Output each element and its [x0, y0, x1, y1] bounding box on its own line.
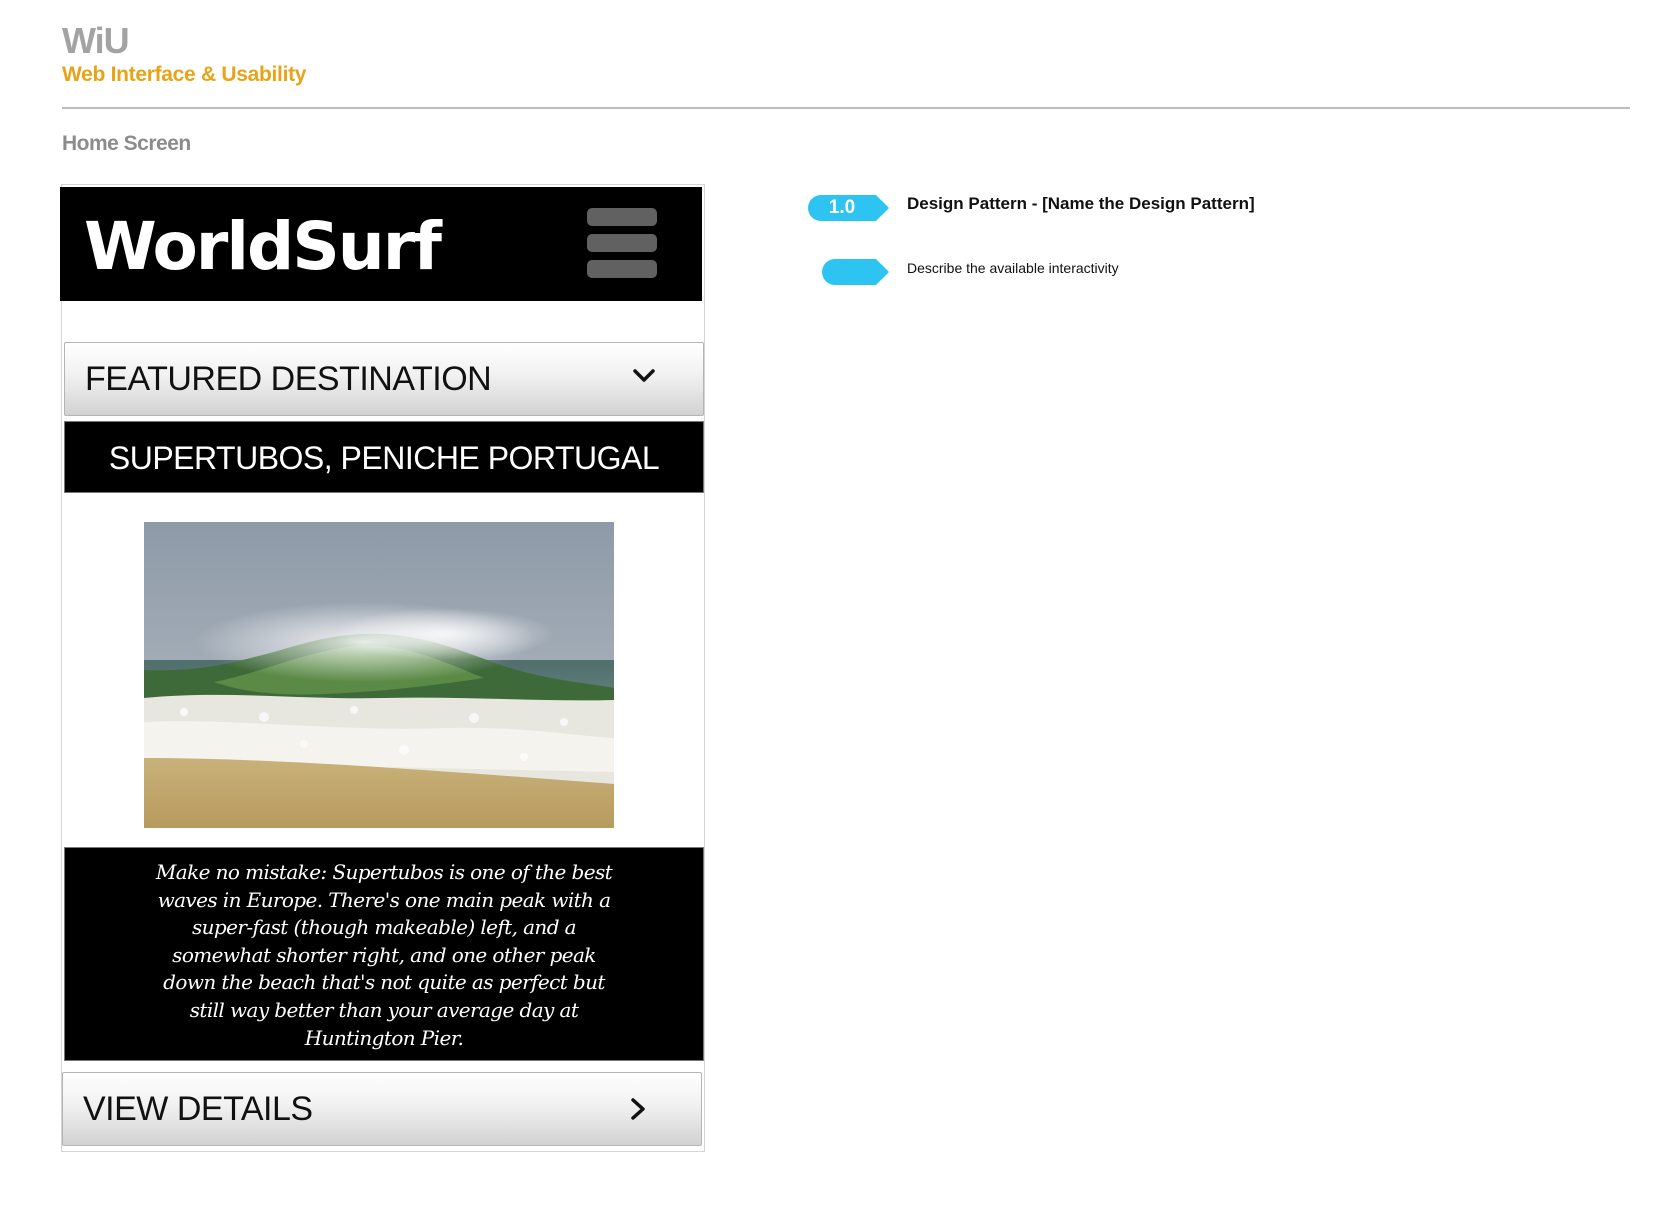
chevron-down-icon	[633, 369, 655, 382]
phone-mockup: WorldSurf FEATURED DESTINATION SUPERTUBO…	[60, 184, 705, 1152]
hamburger-menu-button[interactable]	[587, 208, 657, 278]
wireframe-page: WiU Web Interface & Usability Home Scree…	[0, 0, 1668, 1221]
annotation-title: Design Pattern - [Name the Design Patter…	[907, 194, 1255, 213]
annotation-description: Describe the available interactivity	[907, 260, 1119, 276]
view-details-button[interactable]: VIEW DETAILS	[62, 1072, 702, 1146]
destination-title-bar: SUPERTUBOS, PENICHE PORTUGAL	[64, 421, 704, 493]
header-divider	[62, 107, 1630, 109]
wiu-logo: WiU	[62, 20, 130, 61]
featured-destination-label: FEATURED DESTINATION	[85, 360, 492, 398]
hamburger-icon	[587, 208, 657, 226]
annotation-number: 1.0	[828, 197, 856, 218]
featured-destination-dropdown[interactable]: FEATURED DESTINATION	[64, 342, 704, 416]
view-details-label: VIEW DETAILS	[83, 1090, 313, 1128]
destination-description-box: Make no mistake: Supertubos is one of th…	[64, 847, 704, 1061]
chevron-right-icon	[631, 1098, 645, 1120]
breaking-wave-photo	[144, 522, 614, 828]
annotation-badge-1: 1.0	[808, 195, 889, 221]
app-header: WorldSurf	[60, 187, 702, 301]
wiu-subtitle: Web Interface & Usability	[62, 63, 307, 86]
worldsurf-logo[interactable]: WorldSurf	[84, 207, 442, 287]
destination-photo[interactable]	[144, 522, 614, 828]
destination-description: Make no mistake: Supertubos is one of th…	[155, 860, 613, 1050]
destination-title: SUPERTUBOS, PENICHE PORTUGAL	[108, 440, 660, 476]
screen-title: Home Screen	[62, 132, 191, 155]
annotation-badge-2	[822, 259, 889, 285]
